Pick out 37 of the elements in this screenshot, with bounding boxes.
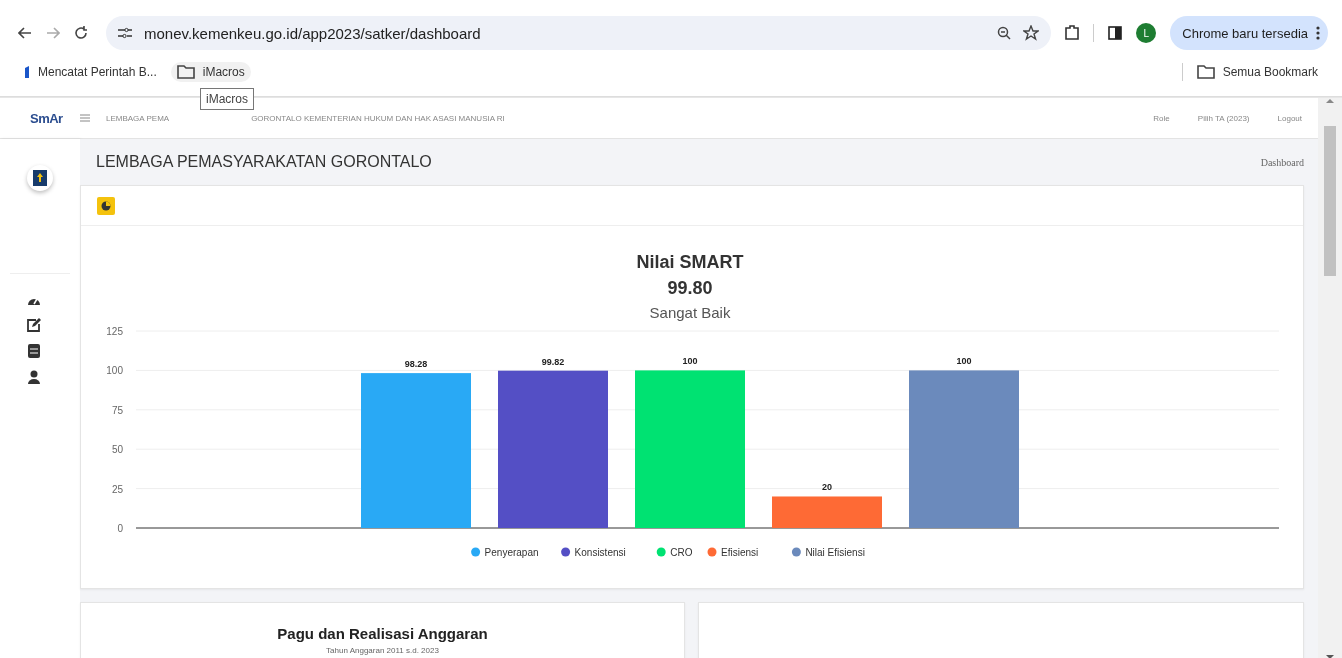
page-title: LEMBAGA PEMASYARAKATAN GORONTALO — [96, 153, 432, 171]
data-label: 99.82 — [541, 356, 565, 367]
nav-link[interactable]: Role — [1153, 113, 1170, 123]
header-text: LEMBAGA PEMA — [106, 113, 170, 123]
nav-link[interactable]: Logout — [1277, 113, 1302, 123]
y-tick-label: 100 — [106, 365, 123, 377]
app-logo[interactable]: SmAr — [0, 110, 80, 126]
tooltip: iMacros — [200, 88, 254, 110]
y-tick-label: 0 — [117, 523, 123, 534]
legend-label[interactable]: Konsistensi — [574, 547, 626, 558]
score-value: 99.80 — [667, 278, 713, 298]
budget-title: Pagu dan Realisasi Anggaran — [276, 625, 489, 642]
legend-label[interactable]: Nilai Efisiensi — [805, 547, 865, 558]
bookmark-item[interactable]: iMacros — [170, 62, 251, 82]
nav-link[interactable]: Pilih TA (2023) — [1197, 113, 1250, 123]
update-chip[interactable]: Chrome baru tersedia — [1170, 16, 1328, 50]
header-text: GORONTALO KEMENTERIAN HUKUM DAN HAK ASASI MANUSIA RI — [251, 113, 505, 123]
y-tick-label: 25 — [111, 483, 123, 495]
y-tick-label: 50 — [111, 444, 123, 456]
legend-label[interactable]: CRO — [670, 547, 693, 558]
legend-label[interactable]: Penyerapan — [484, 547, 539, 558]
legend-label[interactable]: Efisiensi — [721, 547, 759, 558]
data-label: 100 — [682, 356, 698, 367]
budget-subtitle: Tahun Anggaran 2011 s.d. 2023 — [325, 646, 440, 655]
chart-title: Nilai SMART — [636, 252, 744, 272]
data-label: 98.28 — [404, 359, 428, 370]
all-bookmarks[interactable]: Semua Bookmark — [1190, 62, 1324, 82]
y-tick-label: 125 — [106, 326, 123, 337]
breadcrumb-link[interactable]: Dashboard — [1260, 156, 1304, 168]
rating-label: Sangat Baik — [649, 304, 731, 321]
profile-avatar[interactable]: L — [1136, 23, 1157, 43]
data-label: 100 — [956, 356, 972, 367]
url-text: monev.kemenkeu.go.id/app2023/satker/dashboard — [144, 24, 482, 42]
data-label: 20 — [822, 482, 832, 493]
y-tick-label: 75 — [111, 404, 123, 416]
address-bar[interactable]: monev.kemenkeu.go.id/app2023/satker/dashboard — [106, 16, 1052, 50]
bookmark-item[interactable]: Mencatat Perintah B... — [18, 62, 163, 82]
